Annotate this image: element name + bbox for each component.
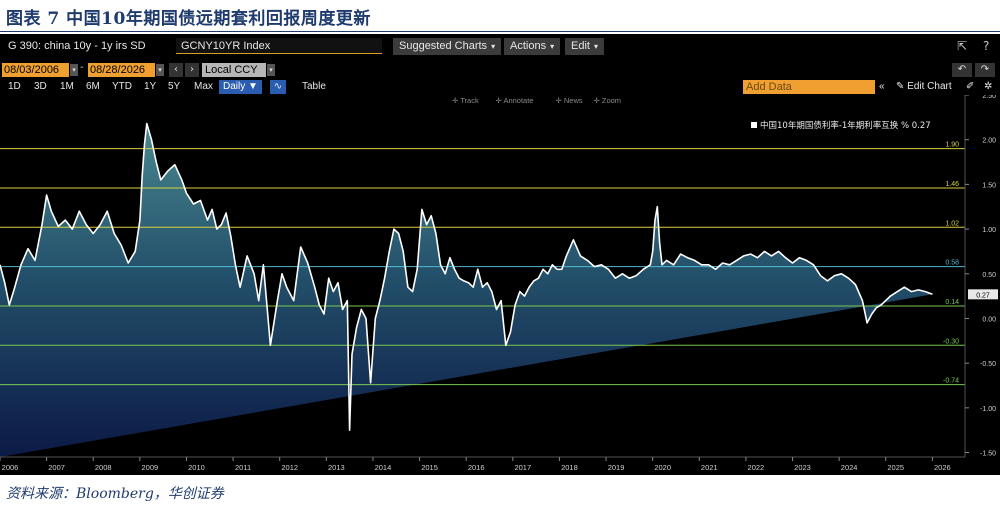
period-toolbar: 1D 3D 1M 6M YTD 1Y 5Y Max Daily ▼ ∿ Tabl… xyxy=(0,80,1000,94)
table-button[interactable]: Table xyxy=(302,80,326,94)
tool-zoom[interactable]: ✛ Zoom xyxy=(594,96,622,105)
x-tick-label: 2009 xyxy=(142,463,159,472)
x-tick-label: 2026 xyxy=(934,463,951,472)
x-tick-label: 2019 xyxy=(608,463,625,472)
tool-track[interactable]: ✛ Track xyxy=(452,96,479,105)
x-tick-label: 2024 xyxy=(841,463,858,472)
x-tick-label: 2025 xyxy=(887,463,904,472)
frequency-select[interactable]: Daily ▼ xyxy=(219,80,262,94)
period-1y[interactable]: 1Y xyxy=(144,80,156,94)
gear-icon[interactable]: ✲ xyxy=(984,80,992,94)
tool-annotate[interactable]: ✛ Annotate xyxy=(496,96,534,105)
terminal-window: G 390: china 10y - 1y irs SD GCNY10YR In… xyxy=(0,34,1000,475)
chevron-right-icon[interactable]: › xyxy=(185,63,199,77)
period-ytd[interactable]: YTD xyxy=(112,80,132,94)
x-tick-label: 2020 xyxy=(654,463,671,472)
x-tick-label: 2010 xyxy=(188,463,205,472)
actions-label: Actions xyxy=(510,40,547,52)
currency-select[interactable]: Local CCY xyxy=(202,63,266,77)
figure-caption: 图表 7 中国10年期国债远期套利回报周度更新 xyxy=(6,9,371,29)
edit-chart-label: Edit Chart xyxy=(907,81,952,92)
chart-plot[interactable]: ✛ Track ✛ Annotate ✛ News ✛ Zoom 1.90 1.46 1.… xyxy=(0,95,1000,475)
tool-news[interactable]: ✛ News xyxy=(556,96,583,105)
x-tick-label: 2021 xyxy=(701,463,718,472)
x-tick-label: 2022 xyxy=(748,463,765,472)
reference-line-label: -0.74 xyxy=(943,378,959,385)
x-tick-label: 2018 xyxy=(561,463,578,472)
export-icon[interactable]: ⇱ xyxy=(957,39,967,53)
chart-title: G 390: china 10y - 1y irs SD xyxy=(8,40,146,52)
legend-entry: 中国10年期国债利率-1年期利率互换 % 0.27 xyxy=(760,120,931,131)
frequency-label: Daily xyxy=(223,81,246,92)
x-tick-label: 2017 xyxy=(514,463,531,472)
reference-line-label: 0.14 xyxy=(945,299,959,306)
y-tick-label: 2.50 xyxy=(982,95,996,100)
pencil-icon[interactable]: ✐ xyxy=(966,80,974,94)
chevron-left-icon[interactable]: ‹ xyxy=(169,63,183,77)
y-tick-label: -1.50 xyxy=(980,451,996,458)
x-tick-label: 2008 xyxy=(95,463,112,472)
reference-line-label: 1.90 xyxy=(945,142,959,149)
calendar-dropdown-icon[interactable]: ▾ xyxy=(70,64,78,76)
security-field[interactable]: GCNY10YR Index xyxy=(176,38,382,54)
period-1d[interactable]: 1D xyxy=(8,80,21,94)
add-data-field[interactable]: Add Data xyxy=(743,80,875,94)
chevron-down-icon: ▾ xyxy=(593,42,598,51)
x-tick-label: 2006 xyxy=(2,463,19,472)
calendar-dropdown-icon[interactable]: ▾ xyxy=(156,64,164,76)
edit-button[interactable]: Edit ▾ xyxy=(565,38,604,55)
chevron-down-icon: ▾ xyxy=(550,42,555,51)
reference-line-label: 0.58 xyxy=(945,260,959,267)
reference-line-label: -0.30 xyxy=(943,338,959,345)
line-chart-icon[interactable]: ∿ xyxy=(270,80,286,94)
chevron-down-icon: ▾ xyxy=(491,42,496,51)
series-area xyxy=(0,123,933,457)
y-tick-label: 0.50 xyxy=(982,272,996,279)
redo-icon[interactable]: ↷ xyxy=(975,63,995,77)
undo-icon[interactable]: ↶ xyxy=(952,63,972,77)
edit-chart-button[interactable]: ✎ Edit Chart xyxy=(896,80,952,94)
y-tick-label: -0.50 xyxy=(980,361,996,368)
range-toolbar: 08/03/2006 ▾ - 08/28/2026 ▾ ‹ › Local CC… xyxy=(0,62,1000,78)
x-tick-label: 2011 xyxy=(235,463,251,472)
collapse-icon[interactable]: « xyxy=(879,80,885,94)
currency-dropdown-icon[interactable]: ▾ xyxy=(267,64,275,76)
y-tick-label: -1.00 xyxy=(980,406,996,413)
x-tick-label: 2007 xyxy=(48,463,65,472)
y-tick-label: 1.00 xyxy=(982,227,996,234)
caption-rule xyxy=(0,31,1000,32)
period-5y[interactable]: 5Y xyxy=(168,80,180,94)
x-tick-label: 2023 xyxy=(794,463,811,472)
suggested-charts-label: Suggested Charts xyxy=(399,40,488,52)
title-toolbar: G 390: china 10y - 1y irs SD GCNY10YR In… xyxy=(0,34,1000,59)
x-tick-label: 2014 xyxy=(375,463,392,472)
x-tick-label: 2015 xyxy=(421,463,438,472)
period-6m[interactable]: 6M xyxy=(86,80,100,94)
help-icon[interactable]: ? xyxy=(983,39,989,53)
period-1m[interactable]: 1M xyxy=(60,80,74,94)
reference-line-label: 1.02 xyxy=(945,220,959,227)
x-tick-label: 2016 xyxy=(468,463,485,472)
suggested-charts-button[interactable]: Suggested Charts ▾ xyxy=(393,38,502,55)
start-date-field[interactable]: 08/03/2006 xyxy=(2,63,69,77)
edit-label: Edit xyxy=(571,40,590,52)
x-tick-label: 2012 xyxy=(281,463,298,472)
y-tick-label: 2.00 xyxy=(982,138,996,145)
period-3d[interactable]: 3D xyxy=(34,80,47,94)
actions-button[interactable]: Actions ▾ xyxy=(504,38,561,55)
legend-swatch xyxy=(751,122,757,128)
range-dash: - xyxy=(80,62,84,73)
reference-line-label: 1.46 xyxy=(945,181,959,188)
y-tick-label: 1.50 xyxy=(982,182,996,189)
last-value-label: 0.27 xyxy=(976,292,990,299)
y-tick-label: 0.00 xyxy=(982,316,996,323)
end-date-field[interactable]: 08/28/2026 xyxy=(88,63,155,77)
period-max[interactable]: Max xyxy=(194,80,213,94)
source-note: 资料来源：Bloomberg，华创证券 xyxy=(6,486,224,502)
x-tick-label: 2013 xyxy=(328,463,345,472)
